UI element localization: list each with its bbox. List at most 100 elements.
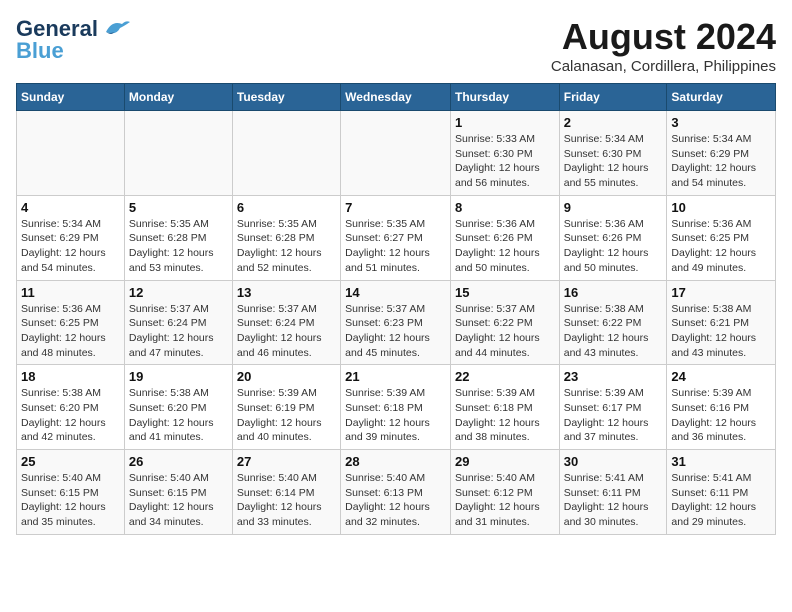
calendar-cell: 28 Sunrise: 5:40 AM Sunset: 6:13 PM Dayli…	[341, 450, 451, 535]
day-number: 28	[345, 454, 446, 469]
day-info: Sunrise: 5:40 AM Sunset: 6:12 PM Dayligh…	[455, 471, 555, 530]
day-info: Sunrise: 5:34 AM Sunset: 6:29 PM Dayligh…	[671, 132, 771, 191]
weekday-header-monday: Monday	[124, 84, 232, 111]
day-number: 7	[345, 200, 446, 215]
day-number: 29	[455, 454, 555, 469]
day-number: 5	[129, 200, 228, 215]
day-number: 20	[237, 369, 336, 384]
day-info: Sunrise: 5:35 AM Sunset: 6:28 PM Dayligh…	[129, 217, 228, 276]
calendar-cell: 20Sunrise: 5:39 AM Sunset: 6:19 PM Dayli…	[232, 365, 340, 450]
calendar-cell	[17, 111, 125, 196]
day-number: 1	[455, 115, 555, 130]
calendar-cell: 8 Sunrise: 5:36 AM Sunset: 6:26 PM Daylig…	[450, 195, 559, 280]
calendar-cell: 19Sunrise: 5:38 AM Sunset: 6:20 PM Dayli…	[124, 365, 232, 450]
calendar-cell: 10 Sunrise: 5:36 AM Sunset: 6:25 PM Dayli…	[667, 195, 776, 280]
week-row-5: 25 Sunrise: 5:40 AM Sunset: 6:15 PM Dayli…	[17, 450, 776, 535]
day-number: 25	[21, 454, 120, 469]
main-title: August 2024	[551, 16, 776, 58]
calendar-header: SundayMondayTuesdayWednesdayThursdayFrid…	[17, 84, 776, 111]
day-info: Sunrise: 5:39 AM Sunset: 6:17 PM Dayligh…	[564, 386, 663, 445]
day-number: 16	[564, 285, 663, 300]
calendar-cell: 1 Sunrise: 5:33 AM Sunset: 6:30 PM Daylig…	[450, 111, 559, 196]
day-number: 9	[564, 200, 663, 215]
day-info: Sunrise: 5:36 AM Sunset: 6:25 PM Dayligh…	[671, 217, 771, 276]
calendar-cell: 4 Sunrise: 5:34 AM Sunset: 6:29 PM Daylig…	[17, 195, 125, 280]
weekday-header-saturday: Saturday	[667, 84, 776, 111]
calendar-table: SundayMondayTuesdayWednesdayThursdayFrid…	[16, 83, 776, 535]
day-info: Sunrise: 5:36 AM Sunset: 6:25 PM Dayligh…	[21, 302, 120, 361]
logo-blue-text: Blue	[16, 38, 64, 64]
calendar-cell: 17 Sunrise: 5:38 AM Sunset: 6:21 PM Dayli…	[667, 280, 776, 365]
day-number: 24	[671, 369, 771, 384]
day-info: Sunrise: 5:38 AM Sunset: 6:21 PM Dayligh…	[671, 302, 771, 361]
day-number: 22	[455, 369, 555, 384]
day-info: Sunrise: 5:39 AM Sunset: 6:18 PM Dayligh…	[345, 386, 446, 445]
weekday-header-wednesday: Wednesday	[341, 84, 451, 111]
subtitle: Calanasan, Cordillera, Philippines	[551, 58, 776, 75]
day-info: Sunrise: 5:41 AM Sunset: 6:11 PM Dayligh…	[564, 471, 663, 530]
day-number: 3	[671, 115, 771, 130]
calendar-cell: 25 Sunrise: 5:40 AM Sunset: 6:15 PM Dayli…	[17, 450, 125, 535]
day-info: Sunrise: 5:40 AM Sunset: 6:15 PM Dayligh…	[21, 471, 120, 530]
day-info: Sunrise: 5:36 AM Sunset: 6:26 PM Dayligh…	[455, 217, 555, 276]
weekday-header-tuesday: Tuesday	[232, 84, 340, 111]
day-number: 8	[455, 200, 555, 215]
calendar-cell: 14Sunrise: 5:37 AM Sunset: 6:23 PM Dayli…	[341, 280, 451, 365]
calendar-cell: 9Sunrise: 5:36 AM Sunset: 6:26 PM Daylig…	[559, 195, 667, 280]
day-number: 18	[21, 369, 120, 384]
logo-bird-icon	[102, 18, 130, 40]
day-info: Sunrise: 5:34 AM Sunset: 6:29 PM Dayligh…	[21, 217, 120, 276]
day-number: 19	[129, 369, 228, 384]
calendar-cell: 26Sunrise: 5:40 AM Sunset: 6:15 PM Dayli…	[124, 450, 232, 535]
day-number: 15	[455, 285, 555, 300]
week-row-3: 11 Sunrise: 5:36 AM Sunset: 6:25 PM Dayli…	[17, 280, 776, 365]
calendar-cell: 13Sunrise: 5:37 AM Sunset: 6:24 PM Dayli…	[232, 280, 340, 365]
calendar-cell: 22 Sunrise: 5:39 AM Sunset: 6:18 PM Dayli…	[450, 365, 559, 450]
calendar-cell	[232, 111, 340, 196]
calendar-cell: 7Sunrise: 5:35 AM Sunset: 6:27 PM Daylig…	[341, 195, 451, 280]
day-number: 6	[237, 200, 336, 215]
day-info: Sunrise: 5:33 AM Sunset: 6:30 PM Dayligh…	[455, 132, 555, 191]
calendar-cell: 15 Sunrise: 5:37 AM Sunset: 6:22 PM Dayli…	[450, 280, 559, 365]
day-number: 11	[21, 285, 120, 300]
day-info: Sunrise: 5:40 AM Sunset: 6:13 PM Dayligh…	[345, 471, 446, 530]
week-row-4: 18 Sunrise: 5:38 AM Sunset: 6:20 PM Dayli…	[17, 365, 776, 450]
day-info: Sunrise: 5:40 AM Sunset: 6:14 PM Dayligh…	[237, 471, 336, 530]
day-info: Sunrise: 5:37 AM Sunset: 6:22 PM Dayligh…	[455, 302, 555, 361]
day-number: 12	[129, 285, 228, 300]
week-row-1: 1 Sunrise: 5:33 AM Sunset: 6:30 PM Daylig…	[17, 111, 776, 196]
day-number: 31	[671, 454, 771, 469]
calendar-cell: 18 Sunrise: 5:38 AM Sunset: 6:20 PM Dayli…	[17, 365, 125, 450]
calendar-cell: 3 Sunrise: 5:34 AM Sunset: 6:29 PM Daylig…	[667, 111, 776, 196]
day-number: 30	[564, 454, 663, 469]
day-number: 23	[564, 369, 663, 384]
calendar-cell: 27 Sunrise: 5:40 AM Sunset: 6:14 PM Dayli…	[232, 450, 340, 535]
day-info: Sunrise: 5:34 AM Sunset: 6:30 PM Dayligh…	[564, 132, 663, 191]
day-info: Sunrise: 5:35 AM Sunset: 6:28 PM Dayligh…	[237, 217, 336, 276]
day-info: Sunrise: 5:39 AM Sunset: 6:18 PM Dayligh…	[455, 386, 555, 445]
title-area: August 2024 Calanasan, Cordillera, Phili…	[551, 16, 776, 75]
weekday-header-sunday: Sunday	[17, 84, 125, 111]
day-number: 13	[237, 285, 336, 300]
day-number: 4	[21, 200, 120, 215]
day-number: 27	[237, 454, 336, 469]
day-info: Sunrise: 5:38 AM Sunset: 6:22 PM Dayligh…	[564, 302, 663, 361]
calendar-cell	[124, 111, 232, 196]
calendar-cell: 12Sunrise: 5:37 AM Sunset: 6:24 PM Dayli…	[124, 280, 232, 365]
calendar-cell: 31 Sunrise: 5:41 AM Sunset: 6:11 PM Dayli…	[667, 450, 776, 535]
logo: General Blue	[16, 16, 130, 64]
day-number: 17	[671, 285, 771, 300]
calendar-cell	[341, 111, 451, 196]
day-info: Sunrise: 5:38 AM Sunset: 6:20 PM Dayligh…	[21, 386, 120, 445]
day-number: 10	[671, 200, 771, 215]
day-number: 2	[564, 115, 663, 130]
day-info: Sunrise: 5:40 AM Sunset: 6:15 PM Dayligh…	[129, 471, 228, 530]
weekday-header-friday: Friday	[559, 84, 667, 111]
calendar-cell: 2 Sunrise: 5:34 AM Sunset: 6:30 PM Daylig…	[559, 111, 667, 196]
calendar-cell: 11 Sunrise: 5:36 AM Sunset: 6:25 PM Dayli…	[17, 280, 125, 365]
week-row-2: 4 Sunrise: 5:34 AM Sunset: 6:29 PM Daylig…	[17, 195, 776, 280]
day-info: Sunrise: 5:41 AM Sunset: 6:11 PM Dayligh…	[671, 471, 771, 530]
calendar-cell: 16 Sunrise: 5:38 AM Sunset: 6:22 PM Dayli…	[559, 280, 667, 365]
calendar-cell: 30 Sunrise: 5:41 AM Sunset: 6:11 PM Dayli…	[559, 450, 667, 535]
calendar-cell: 6 Sunrise: 5:35 AM Sunset: 6:28 PM Daylig…	[232, 195, 340, 280]
